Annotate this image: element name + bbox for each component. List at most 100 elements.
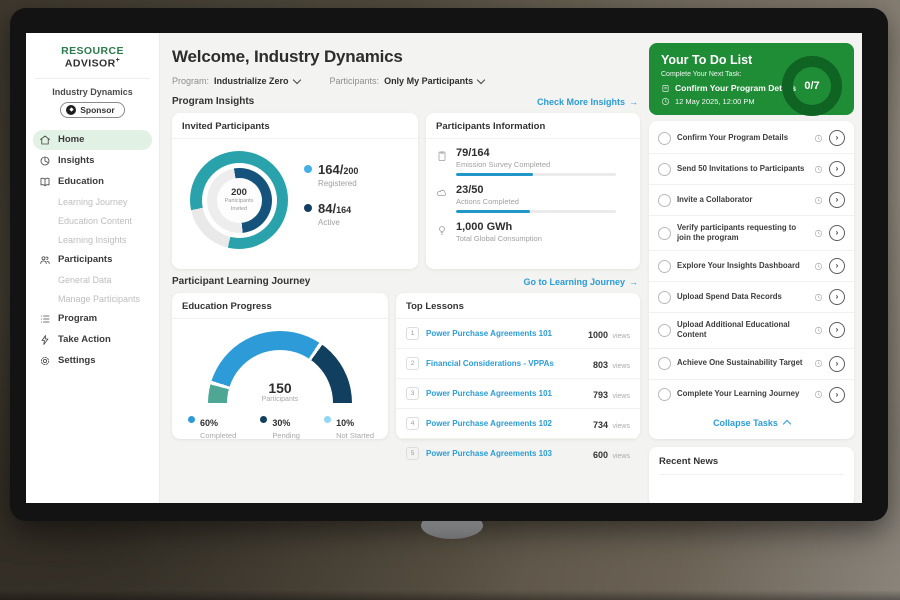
sidebar-nav: Home Insights Education Learning Journey — [33, 130, 152, 371]
brand-plus: + — [116, 57, 121, 64]
legend-label: Completed — [200, 431, 236, 440]
todo-summary-card: Your To Do List Complete Your Next Task:… — [649, 43, 854, 115]
link-label: Go to Learning Journey — [523, 277, 625, 287]
info-row-emission: 79/164 Emission Survey Completed — [426, 139, 640, 176]
lesson-row[interactable]: 5 Power Purchase Agreements 103 600 view… — [396, 438, 640, 468]
legend-total: 200 — [343, 166, 358, 176]
gauge-center: 150 Participants — [208, 380, 352, 403]
views-count: 793 — [593, 390, 608, 400]
sidebar-item-insights[interactable]: Insights — [33, 151, 152, 171]
task-open-button[interactable]: › — [829, 258, 845, 274]
task-checkbox[interactable] — [658, 163, 671, 176]
task-checkbox[interactable] — [658, 260, 671, 273]
go-to-learning-journey-link[interactable]: Go to Learning Journey → — [523, 277, 638, 287]
chevron-right-icon: › — [836, 360, 839, 368]
invited-legend-dot — [304, 165, 312, 173]
task-checkbox[interactable] — [658, 357, 671, 370]
task-row[interactable]: Achieve One Sustainability Target › — [649, 348, 854, 379]
clock-icon — [814, 359, 823, 368]
program-select[interactable]: Program: Industrialize Zero — [172, 76, 300, 86]
invited-donut-outer: 200 Participants Invited — [190, 151, 288, 249]
gauge-legend-dot — [188, 416, 195, 423]
sidebar-item-learning-journey[interactable]: Learning Journey — [33, 193, 152, 211]
brand-logo: RESOURCE ADVISOR+ — [33, 45, 152, 70]
task-row[interactable]: Confirm Your Program Details › — [649, 123, 854, 153]
task-checkbox[interactable] — [658, 227, 671, 240]
task-open-button[interactable]: › — [829, 387, 845, 403]
filter-bar: Program: Industrialize Zero Participants… — [172, 76, 640, 86]
lesson-rank: 1 — [406, 327, 419, 340]
participants-label: Participants: — [330, 76, 380, 86]
task-open-button[interactable]: › — [829, 289, 845, 305]
check-more-insights-link[interactable]: Check More Insights → — [537, 97, 638, 107]
task-row[interactable]: Complete Your Learning Journey › — [649, 379, 854, 410]
sidebar-item-home[interactable]: Home — [33, 130, 152, 150]
sidebar-item-education-content[interactable]: Education Content — [33, 212, 152, 230]
divider — [35, 78, 150, 79]
task-checkbox[interactable] — [658, 388, 671, 401]
lesson-row[interactable]: 4 Power Purchase Agreements 102 734 view… — [396, 408, 640, 438]
legend-pct: 30% — [272, 418, 290, 428]
info-bar-fill — [456, 173, 533, 176]
gear-icon — [39, 355, 51, 367]
sidebar-item-take-action[interactable]: Take Action — [33, 330, 152, 350]
task-checkbox[interactable] — [658, 291, 671, 304]
task-label: Achieve One Sustainability Target — [677, 358, 808, 368]
task-open-button[interactable]: › — [829, 161, 845, 177]
task-row[interactable]: Invite a Collaborator › — [649, 184, 854, 215]
sidebar-item-general-data[interactable]: General Data — [33, 271, 152, 289]
legend-not-started: 10% Not Started — [324, 413, 374, 440]
task-open-button[interactable]: › — [829, 130, 845, 146]
lesson-row[interactable]: 3 Power Purchase Agreements 101 793 view… — [396, 378, 640, 408]
lesson-link[interactable]: Power Purchase Agreements 102 — [426, 419, 586, 428]
task-open-button[interactable]: › — [829, 322, 845, 338]
top-lessons-card: Top Lessons 1 Power Purchase Agreements … — [396, 293, 640, 439]
sidebar-item-label: Insights — [58, 155, 94, 166]
sidebar-item-learning-insights[interactable]: Learning Insights — [33, 231, 152, 249]
sidebar-item-program[interactable]: Program — [33, 309, 152, 329]
lesson-link[interactable]: Power Purchase Agreements 101 — [426, 329, 581, 338]
donut-center-label: Participants Invited — [217, 198, 262, 212]
section-title: Program Insights — [172, 96, 254, 107]
task-checkbox[interactable] — [658, 132, 671, 145]
task-label: Explore Your Insights Dashboard — [677, 261, 808, 271]
todo-tasks-card: Confirm Your Program Details › Send 50 I… — [649, 121, 854, 439]
info-label: Actions Completed — [456, 197, 616, 206]
task-open-button[interactable]: › — [829, 225, 845, 241]
task-row[interactable]: Explore Your Insights Dashboard › — [649, 250, 854, 281]
chevron-up-icon — [783, 420, 791, 428]
card-title: Invited Participants — [172, 113, 418, 139]
lesson-link[interactable]: Power Purchase Agreements 103 — [426, 449, 586, 458]
task-row[interactable]: Upload Additional Educational Content › — [649, 312, 854, 347]
brand-resource: RESOURCE — [61, 45, 124, 57]
task-row[interactable]: Send 50 Invitations to Participants › — [649, 153, 854, 184]
lesson-row[interactable]: 1 Power Purchase Agreements 101 1000 vie… — [396, 319, 640, 348]
collapse-tasks-link[interactable]: Collapse Tasks — [649, 410, 854, 437]
sidebar-item-participants[interactable]: Participants — [33, 250, 152, 270]
sidebar-item-settings[interactable]: Settings — [33, 351, 152, 371]
legend-label: Pending — [272, 431, 300, 440]
task-row[interactable]: Verify participants requesting to join t… — [649, 215, 854, 250]
info-label: Total Global Consumption — [456, 234, 542, 243]
education-gauge: 150 Participants — [208, 331, 352, 403]
task-checkbox[interactable] — [658, 324, 671, 337]
content-column: Welcome, Industry Dynamics Program: Indu… — [172, 43, 640, 503]
task-open-button[interactable]: › — [829, 192, 845, 208]
program-insights-header: Program Insights Check More Insights → — [172, 96, 638, 107]
participants-select[interactable]: Participants: Only My Participants — [330, 76, 485, 86]
sidebar-item-education[interactable]: Education — [33, 172, 152, 192]
clock-icon — [814, 165, 823, 174]
task-open-button[interactable]: › — [829, 356, 845, 372]
recent-news-title: Recent News — [659, 456, 844, 475]
home-icon — [39, 134, 51, 146]
sidebar-item-manage-participants[interactable]: Manage Participants — [33, 290, 152, 308]
info-label: Emission Survey Completed — [456, 160, 616, 169]
lesson-link[interactable]: Financial Considerations - VPPAs — [426, 359, 586, 368]
task-row[interactable]: Upload Spend Data Records › — [649, 281, 854, 312]
lesson-row[interactable]: 2 Financial Considerations - VPPAs 803 v… — [396, 348, 640, 378]
sidebar-item-label: General Data — [58, 275, 112, 285]
lesson-link[interactable]: Power Purchase Agreements 101 — [426, 389, 586, 398]
task-checkbox[interactable] — [658, 194, 671, 207]
sidebar-item-label: Program — [58, 313, 97, 324]
lightbulb-icon — [436, 224, 448, 236]
